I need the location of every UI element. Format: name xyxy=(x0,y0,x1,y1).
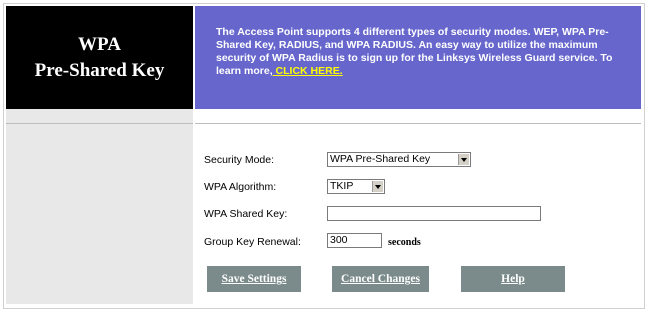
seconds-unit-label: seconds xyxy=(388,237,421,248)
divider xyxy=(195,123,641,124)
help-button[interactable]: Help xyxy=(461,266,565,292)
security-mode-label: Security Mode: xyxy=(204,154,275,166)
wpa-shared-key-label: WPA Shared Key: xyxy=(204,208,288,220)
page-title-line1: WPA xyxy=(78,33,121,55)
security-mode-select[interactable]: WPA Pre-Shared Key xyxy=(327,152,471,167)
wpa-algorithm-label: WPA Algorithm: xyxy=(204,181,277,193)
wpa-algorithm-select[interactable]: TKIP xyxy=(327,179,385,194)
save-settings-button[interactable]: Save Settings xyxy=(207,266,301,292)
divider xyxy=(6,123,193,124)
chevron-down-icon[interactable] xyxy=(458,154,469,165)
group-key-renewal-label: Group Key Renewal: xyxy=(204,236,301,248)
page-title: WPA Pre-Shared Key xyxy=(6,6,193,109)
left-column xyxy=(6,109,193,304)
chevron-down-icon[interactable] xyxy=(372,181,383,192)
wpa-algorithm-value: TKIP xyxy=(330,180,354,192)
group-key-renewal-input[interactable]: 300 xyxy=(327,233,382,248)
security-mode-value: WPA Pre-Shared Key xyxy=(330,153,431,165)
page-title-line2: Pre-Shared Key xyxy=(34,59,165,81)
cancel-changes-button[interactable]: Cancel Changes xyxy=(332,266,429,292)
wpa-shared-key-input[interactable] xyxy=(327,206,541,221)
click-here-link[interactable]: CLICK HERE. xyxy=(273,65,343,77)
info-banner: The Access Point supports 4 different ty… xyxy=(195,6,641,109)
